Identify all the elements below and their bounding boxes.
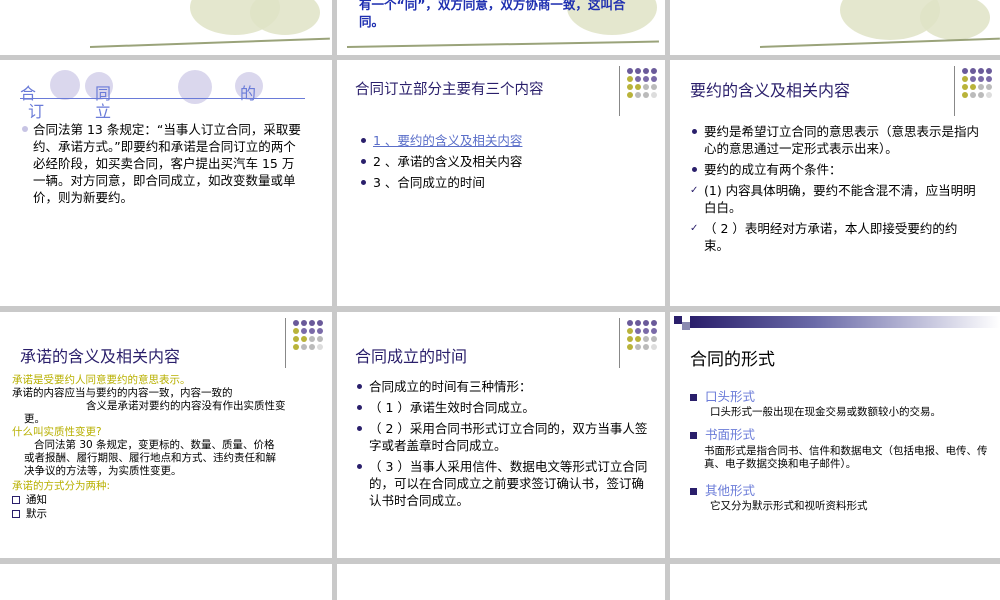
body-text: 合同法第 30 条规定，变更标的、数量、质量、价格 <box>34 439 275 451</box>
decorative-leaf <box>920 0 990 40</box>
slide-thumbnail-bottom-left[interactable] <box>0 564 332 600</box>
slide-offer[interactable]: 要约的含义及相关内容 要约是希望订立合同的意思表示（意思表示是指内心的意思通过一… <box>670 60 1000 306</box>
body-text: 含义是承诺对要约的内容没有作出实质性变 <box>86 400 286 412</box>
slide-contract-conclusion[interactable]: 合 同 订 立 的 合同法第 13 条规定：“当事人订立合同，采取要约、承诺方式… <box>0 60 332 306</box>
slide-thumbnail-top-middle[interactable]: 有一个“同”，双方同意，双方协商一致，这叫合同。 <box>337 0 665 55</box>
offer-link[interactable]: 1 、要约的含义及相关内容 <box>373 133 522 148</box>
slide-title: 合同订立部分主要有三个内容 <box>355 82 544 98</box>
body-text: 或者报酬、履行期限、履行地点和方式、违约责任和解 <box>24 452 276 464</box>
list-item: （ 2 ）采用合同书形式订立合同的，双方当事人签字或者盖章时合同成立。 <box>355 420 651 454</box>
bullet <box>22 126 28 132</box>
slide-formation-time[interactable]: 合同成立的时间 合同成立的时间有三种情形： （ 1 ）承诺生效时合同成立。 （ … <box>337 312 665 558</box>
bullet-list: 1 、要约的含义及相关内容 2 、承诺的含义及相关内容 3 、合同成立的时间 <box>359 132 619 195</box>
slide-text: 有一个“同”，双方同意，双方协商一致，这叫合同。 <box>359 0 626 29</box>
decorative-dot-grid <box>627 68 657 98</box>
section-text: 书面形式是指合同书、信件和数据电文（包括电报、电传、传真、电子数据交换和电子邮件… <box>704 445 988 470</box>
divider <box>619 318 620 368</box>
bullet-list: 合同成立的时间有三种情形： （ 1 ）承诺生效时合同成立。 （ 2 ）采用合同书… <box>355 378 651 513</box>
title-char: 立 <box>95 102 112 121</box>
decorative-dot-grid <box>962 68 992 98</box>
section-heading: 口头形式 <box>690 386 755 405</box>
slide-thumbnail-top-right[interactable] <box>670 0 1000 55</box>
slide-thumbnail-bottom-right[interactable] <box>670 564 1000 600</box>
section-heading: 其他形式 <box>690 480 755 499</box>
slide-contract-forms[interactable]: 合同的形式 口头形式 口头形式一般出现在现金交易或数额较小的交易。 书面形式 书… <box>670 312 1000 558</box>
bullet-list: 要约是希望订立合同的意思表示（意思表示是指内心的意思通过一定形式表示出来）。 要… <box>690 123 980 258</box>
option-item: 默示 <box>12 508 47 521</box>
list-item: （ 2 ）表明经对方承诺，本人即接受要约的约束。 <box>690 220 980 254</box>
title-char: 的 <box>240 84 257 103</box>
square-bullet-icon <box>12 496 20 504</box>
body-text: 决争议的方法等，为实质性变更。 <box>24 465 182 477</box>
section-text: 它又分为默示形式和视听资料形式 <box>710 500 868 512</box>
decorative-square <box>674 316 682 324</box>
slide-thumbnail-bottom-middle[interactable] <box>337 564 665 600</box>
list-item: 要约是希望订立合同的意思表示（意思表示是指内心的意思通过一定形式表示出来）。 <box>690 123 980 157</box>
list-item: 合同成立的时间有三种情形： <box>355 378 651 395</box>
section-text: 口头形式一般出现在现金交易或数额较小的交易。 <box>710 406 941 418</box>
square-bullet-icon <box>690 488 697 495</box>
slide-title: 承诺的含义及相关内容 <box>20 347 181 366</box>
slide-body: 合同法第 13 条规定：“当事人订立合同，采取要约、承诺方式。”即要约和承诺是合… <box>33 122 301 205</box>
ways-heading: 承诺的方式分为两种: <box>12 480 111 492</box>
list-item: 2 、承诺的含义及相关内容 <box>359 153 619 170</box>
decorative-branch <box>89 37 330 48</box>
definition-text: 承诺是受要约人同意要约的意思表示。 <box>12 374 191 386</box>
square-bullet-icon <box>12 510 20 518</box>
divider <box>619 66 620 116</box>
decorative-dot-grid <box>627 320 657 350</box>
slide-title: 合同成立的时间 <box>355 347 468 366</box>
square-bullet-icon <box>690 432 697 439</box>
list-item: (1) 内容具体明确，要约不能含混不清，应当明明白白。 <box>690 182 980 216</box>
header-bar <box>690 316 1000 328</box>
title-underline <box>20 98 305 99</box>
divider <box>954 66 955 116</box>
slide-thumbnail-top-left[interactable] <box>0 0 332 55</box>
body-text: 更。 <box>24 413 45 425</box>
decorative-circle <box>50 70 80 100</box>
decorative-branch <box>346 40 659 48</box>
decorative-dot-grid <box>293 320 323 350</box>
slide-three-contents[interactable]: 合同订立部分主要有三个内容 1 、要约的含义及相关内容 2 、承诺的含义及相关内… <box>337 60 665 306</box>
list-item[interactable]: 1 、要约的含义及相关内容 <box>359 132 619 149</box>
question-text: 什么叫实质性变更? <box>12 426 102 438</box>
section-heading: 书面形式 <box>690 424 755 443</box>
slide-title: 要约的含义及相关内容 <box>690 81 851 100</box>
list-item: （ 1 ）承诺生效时合同成立。 <box>355 399 651 416</box>
decorative-square <box>682 322 690 330</box>
divider <box>285 318 286 368</box>
body-text: 承诺的内容应当与要约的内容一致，内容一致的 <box>12 387 233 399</box>
title-char: 订 <box>28 102 45 121</box>
slide-title: 合同的形式 <box>690 350 775 370</box>
slide-acceptance[interactable]: 承诺的含义及相关内容 承诺是受要约人同意要约的意思表示。 承诺的内容应当与要约的… <box>0 312 332 558</box>
list-item: 3 、合同成立的时间 <box>359 174 619 191</box>
list-item: （ 3 ）当事人采用信件、数据电文等形式订立合同的，可以在合同成立之前要求签订确… <box>355 458 651 509</box>
option-item: 通知 <box>12 494 47 507</box>
square-bullet-icon <box>690 394 697 401</box>
list-item: 要约的成立有两个条件： <box>690 161 980 178</box>
